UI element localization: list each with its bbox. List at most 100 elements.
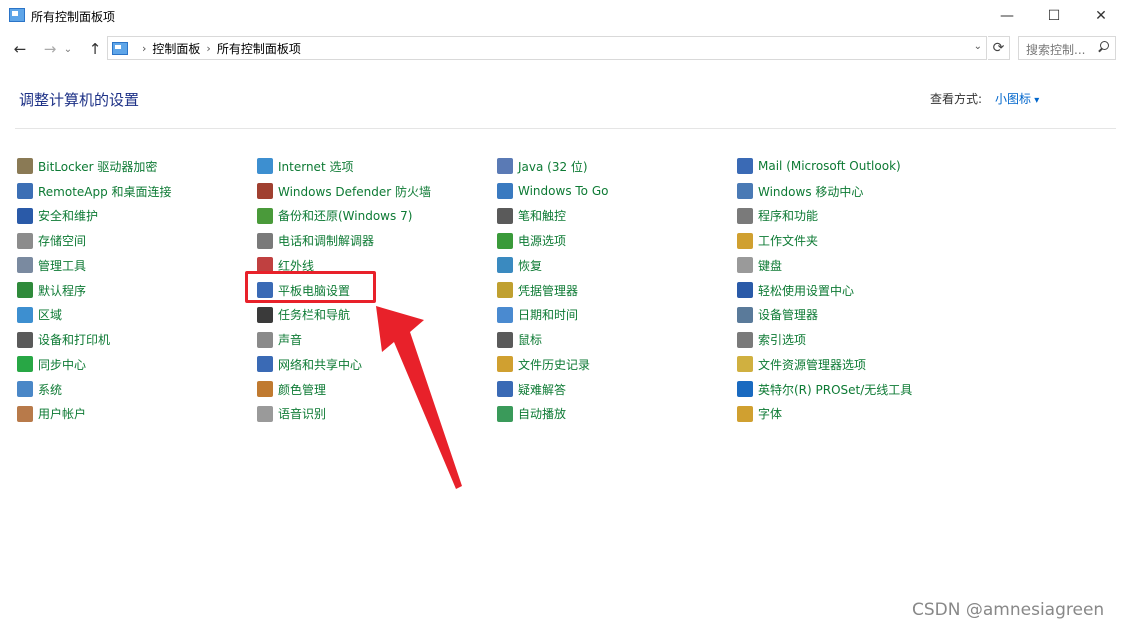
up-button[interactable]: ↑ — [84, 38, 106, 60]
control-panel-item[interactable]: 键盘 — [737, 253, 967, 278]
search-icon[interactable] — [1097, 40, 1109, 54]
chevron-down-icon[interactable]: ⌄ — [974, 41, 982, 52]
maximize-button[interactable]: ☐ — [1031, 0, 1077, 32]
control-panel-item-label: BitLocker 驱动器加密 — [38, 159, 158, 174]
control-panel-item-label: Mail (Microsoft Outlook) — [758, 159, 901, 174]
control-panel-item[interactable]: 鼠标 — [497, 327, 727, 352]
address-path[interactable]: › 控制面板 › 所有控制面板项 ⌄ — [107, 36, 987, 60]
items-column-1: BitLocker 驱动器加密 RemoteApp 和桌面连接 安全和维护 存储空间管… — [17, 154, 247, 426]
control-panel-item-label: 笔和触控 — [518, 209, 567, 224]
chevron-right-icon[interactable]: › — [206, 42, 210, 55]
remoteapp-icon — [17, 183, 33, 200]
divider — [15, 128, 1116, 129]
breadcrumb-all-items[interactable]: 所有控制面板项 — [217, 40, 301, 57]
control-panel-item[interactable]: 设备管理器 — [737, 303, 967, 328]
control-panel-item[interactable]: 设备和打印机 — [17, 327, 247, 352]
control-panel-item[interactable]: 工作文件夹 — [737, 228, 967, 253]
control-panel-item[interactable]: Windows 移动中心 — [737, 179, 967, 204]
control-panel-item-label: 默认程序 — [38, 283, 87, 298]
control-panel-icon — [112, 41, 128, 55]
control-panel-icon — [9, 8, 25, 22]
control-panel-item[interactable]: 英特尔(R) PROSet/无线工具 — [737, 377, 967, 402]
mouse-icon — [497, 331, 513, 348]
autoplay-icon — [497, 405, 513, 422]
control-panel-item[interactable]: RemoteApp 和桌面连接 — [17, 179, 247, 204]
refresh-button[interactable]: ⟳ — [988, 36, 1010, 60]
forward-button[interactable]: → — [39, 38, 61, 60]
control-panel-item[interactable]: 安全和维护 — [17, 204, 247, 229]
troubleshoot-icon — [497, 381, 513, 398]
control-panel-item[interactable]: 自动播放 — [497, 402, 727, 427]
sync-icon — [17, 356, 33, 373]
control-panel-item[interactable]: 程序和功能 — [737, 204, 967, 229]
page-title: 调整计算机的设置 — [19, 91, 140, 109]
control-panel-item-label: 声音 — [278, 333, 303, 348]
control-panel-item[interactable]: 用户帐户 — [17, 402, 247, 427]
control-panel-item[interactable]: 轻松使用设置中心 — [737, 278, 967, 303]
control-panel-item[interactable]: 同步中心 — [17, 352, 247, 377]
firewall-icon — [257, 183, 273, 200]
control-panel-item-label: 管理工具 — [38, 258, 87, 273]
control-panel-item-label: 鼠标 — [518, 333, 543, 348]
control-panel-item-label: 文件资源管理器选项 — [758, 357, 867, 372]
watermark: CSDN @amnesiagreen — [912, 600, 1105, 620]
control-panel-item-label: 轻松使用设置中心 — [758, 283, 855, 298]
file-history-icon — [497, 356, 513, 373]
wireless-icon — [737, 381, 753, 398]
backup-icon — [257, 207, 273, 224]
control-panel-item-label: 索引选项 — [758, 333, 807, 348]
control-panel-item[interactable]: 备份和还原(Windows 7) — [257, 204, 487, 229]
minimize-button[interactable]: — — [984, 0, 1030, 32]
control-panel-item-label: 工作文件夹 — [758, 234, 819, 249]
control-panel-item[interactable]: 文件资源管理器选项 — [737, 352, 967, 377]
control-panel-item-label: 同步中心 — [38, 357, 87, 372]
control-panel-item-label: 英特尔(R) PROSet/无线工具 — [758, 382, 913, 397]
control-panel-item-label: Windows To Go — [518, 184, 609, 199]
chevron-right-icon: › — [142, 41, 147, 55]
control-panel-item[interactable]: Windows Defender 防火墙 — [257, 179, 487, 204]
view-by-dropdown[interactable]: 小图标 — [995, 90, 1039, 107]
indexing-icon — [737, 331, 753, 348]
control-panel-item[interactable]: Windows To Go — [497, 179, 727, 204]
breadcrumb-control-panel[interactable]: 控制面板 — [152, 40, 200, 57]
system-icon — [17, 381, 33, 398]
control-panel-item[interactable]: 日期和时间 — [497, 303, 727, 328]
control-panel-item[interactable]: Mail (Microsoft Outlook) — [737, 154, 967, 179]
close-button[interactable]: ✕ — [1078, 0, 1124, 32]
control-panel-item[interactable]: 存储空间 — [17, 228, 247, 253]
control-panel-item[interactable]: 电话和调制解调器 — [257, 228, 487, 253]
control-panel-item[interactable]: 索引选项 — [737, 327, 967, 352]
control-panel-item[interactable]: 疑难解答 — [497, 377, 727, 402]
control-panel-item[interactable]: Internet 选项 — [257, 154, 487, 179]
control-panel-item[interactable]: 笔和触控 — [497, 204, 727, 229]
control-panel-item[interactable]: BitLocker 驱动器加密 — [17, 154, 247, 179]
search-input[interactable]: 搜索控制... — [1018, 36, 1116, 60]
user-accounts-icon — [17, 405, 33, 422]
items-column-3: Java (32 位) Windows To Go 笔和触控电源选项恢复凭据管理器日… — [497, 154, 727, 426]
address-bar: ← → ⌄ ↑ › 控制面板 › 所有控制面板项 ⌄ ⟳ 搜索控制... — [0, 32, 1125, 66]
control-panel-item-label: 电源选项 — [518, 234, 567, 249]
control-panel-item[interactable]: 文件历史记录 — [497, 352, 727, 377]
programs-icon — [737, 207, 753, 224]
control-panel-item[interactable]: 区域 — [17, 303, 247, 328]
control-panel-item[interactable]: 系统 — [17, 377, 247, 402]
recovery-icon — [497, 257, 513, 274]
control-panel-item[interactable]: 电源选项 — [497, 228, 727, 253]
windows-to-go-icon — [497, 183, 513, 200]
control-panel-item[interactable]: 凭据管理器 — [497, 278, 727, 303]
control-panel-item-label: 网络和共享中心 — [278, 357, 363, 372]
control-panel-item[interactable]: Java (32 位) — [497, 154, 727, 179]
control-panel-item-label: 恢复 — [518, 258, 543, 273]
control-panel-item[interactable]: 恢复 — [497, 253, 727, 278]
recent-locations-dropdown[interactable]: ⌄ — [61, 38, 75, 60]
control-panel-item-label: 语音识别 — [278, 407, 327, 422]
control-panel-item[interactable]: 默认程序 — [17, 278, 247, 303]
color-management-icon — [257, 381, 273, 398]
control-panel-item[interactable]: 字体 — [737, 402, 967, 427]
control-panel-item[interactable]: 管理工具 — [17, 253, 247, 278]
back-button[interactable]: ← — [9, 38, 31, 60]
control-panel-item-label: 颜色管理 — [278, 382, 327, 397]
taskbar-icon — [257, 306, 273, 323]
control-panel-item-label: 自动播放 — [518, 407, 567, 422]
control-panel-item-label: 系统 — [38, 382, 63, 397]
